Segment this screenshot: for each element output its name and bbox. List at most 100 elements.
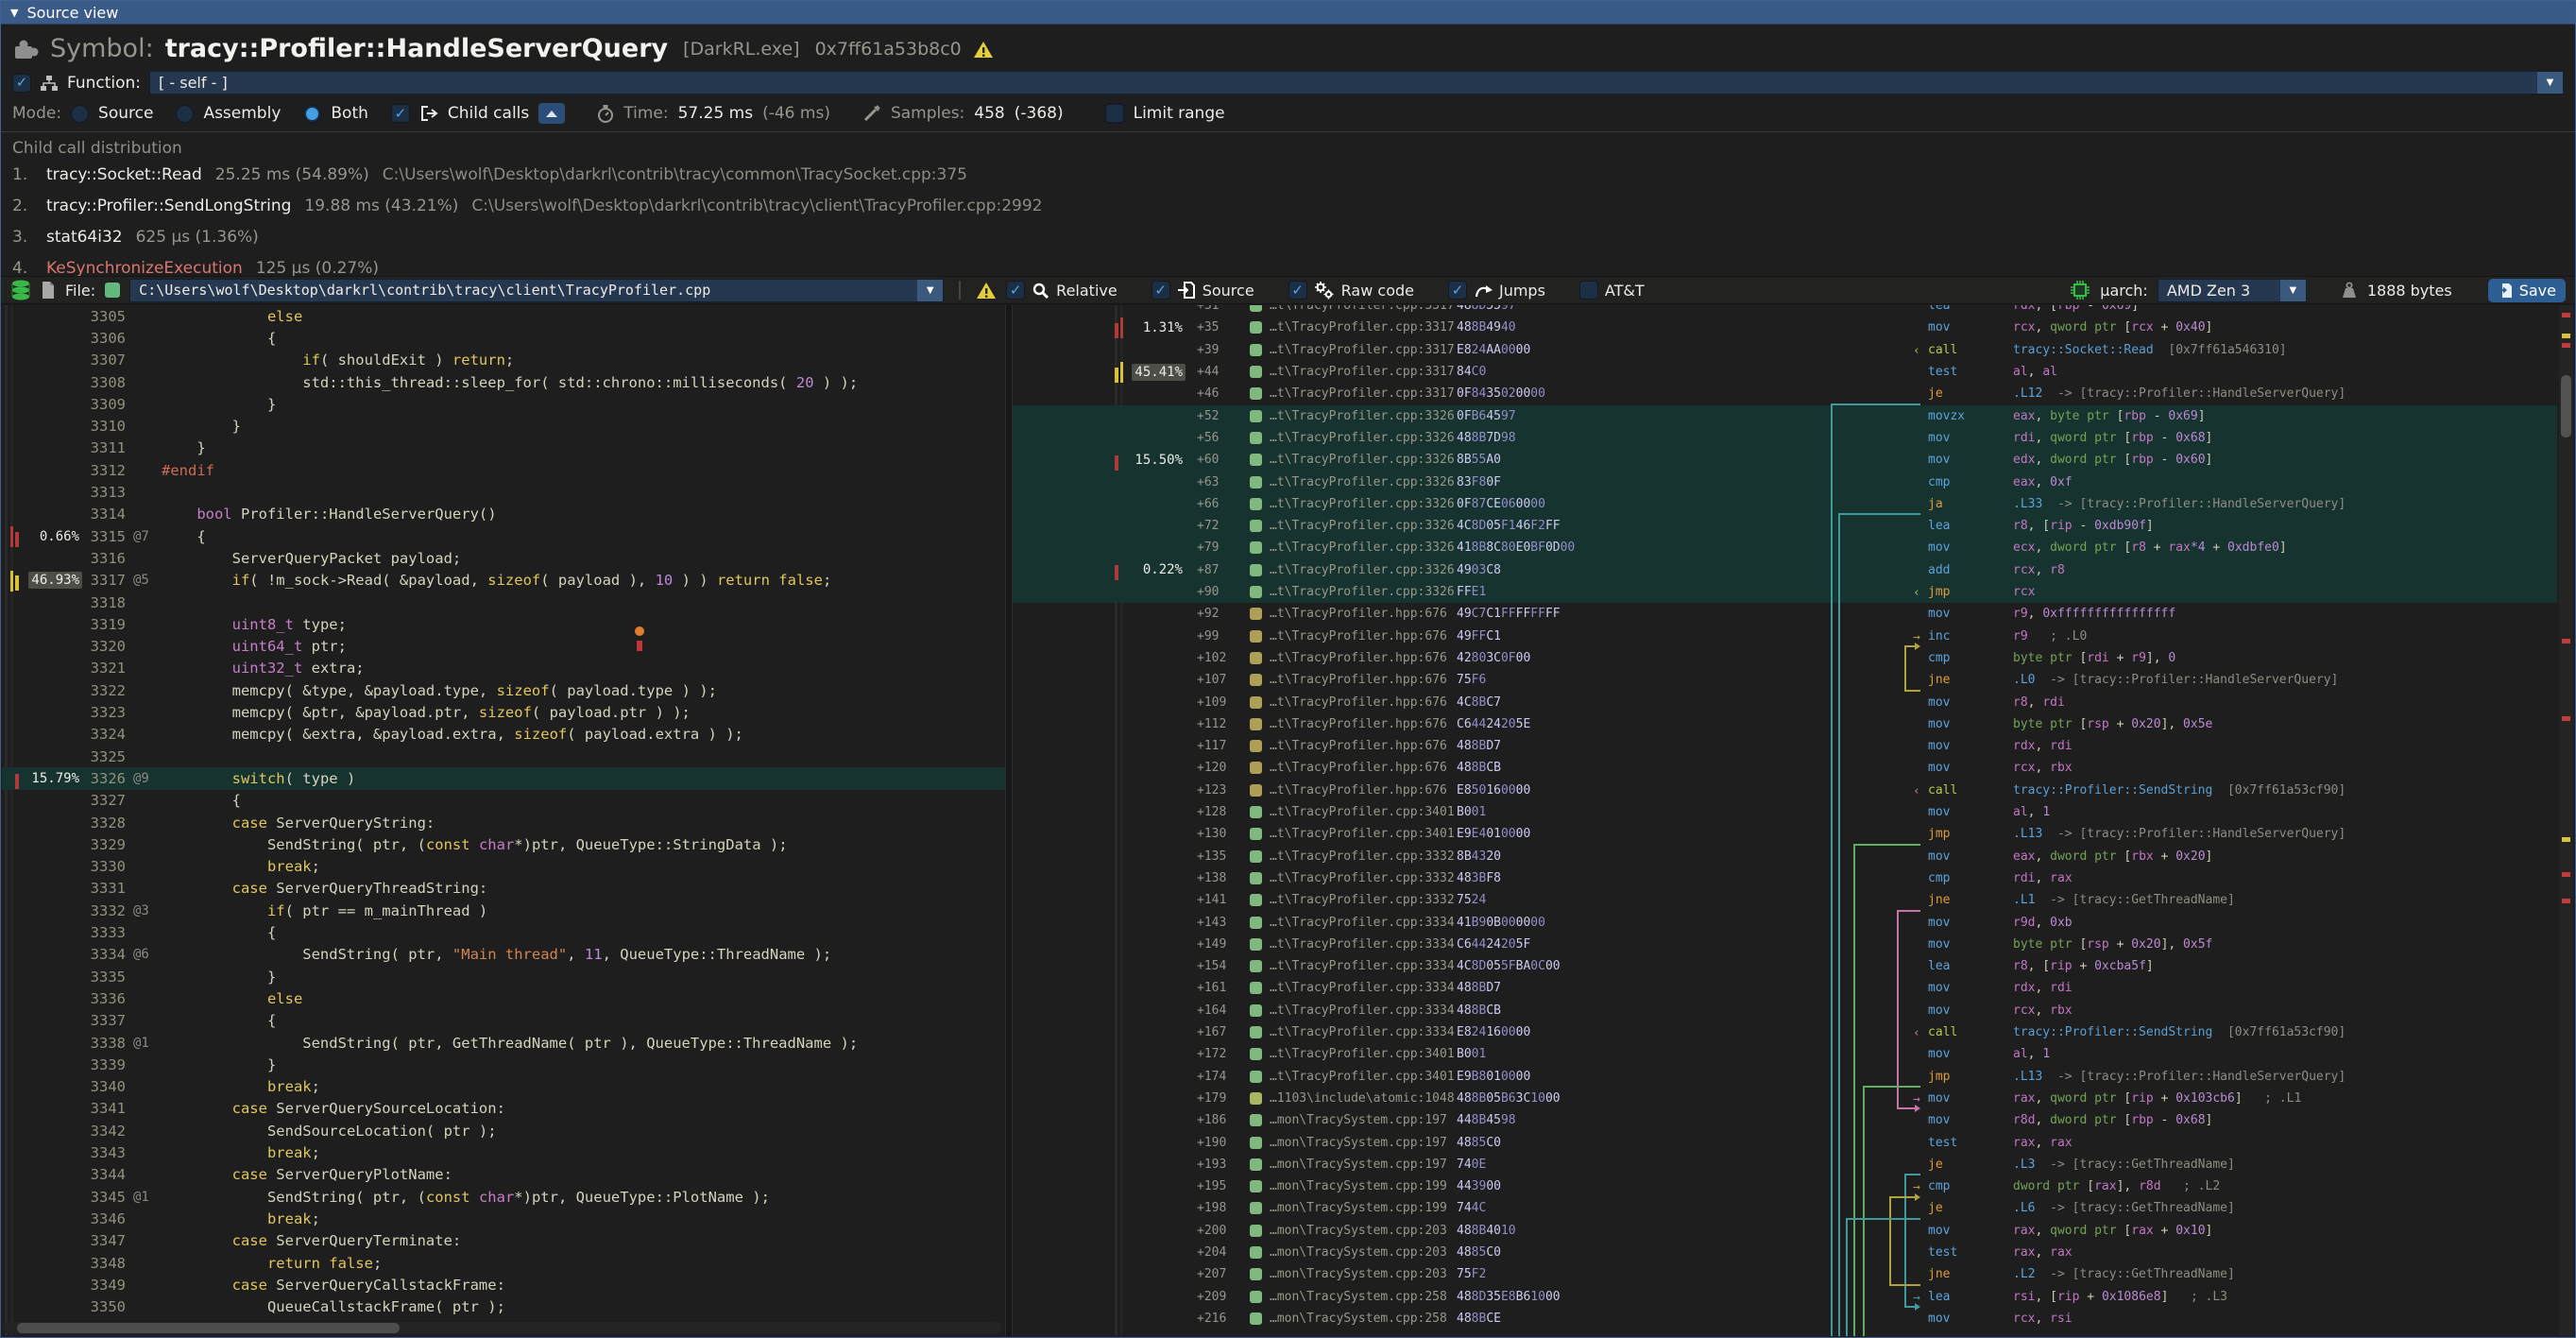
source-line[interactable]: 3314bool Profiler::HandleServerQuery() [2,504,1005,525]
asm-row[interactable]: +135…t\TracyProfiler.cpp:33328B4320movea… [1013,846,2557,867]
source-line[interactable]: 3331case ServerQueryThreadString: [2,878,1005,900]
source-line[interactable]: 3308std::this_thread::sleep_for( std::ch… [2,371,1005,393]
source-line[interactable]: 3305else [2,305,1005,327]
source-line[interactable]: 3316ServerQueryPacket payload; [2,547,1005,569]
chevron-down-icon[interactable]: ▼ [2280,280,2306,301]
asm-row[interactable]: +79…t\TracyProfiler.cpp:3326418B8C80E0BF… [1013,537,2557,558]
source-line[interactable]: 3348return false; [2,1252,1005,1274]
asm-row[interactable]: +112…t\TracyProfiler.hpp:676C64424205Emo… [1013,713,2557,735]
radio-assembly-label[interactable]: Assembly [203,104,281,123]
source-line[interactable]: 3325 [2,746,1005,767]
source-line[interactable]: 3344case ServerQueryPlotName: [2,1164,1005,1186]
source-line[interactable]: 3345@1SendString( ptr, (const char*)ptr,… [2,1186,1005,1208]
asm-row[interactable]: +186…mon\TracySystem.cpp:197448B4598movr… [1013,1109,2557,1131]
asm-row[interactable]: +63…t\TracyProfiler.cpp:332683F80Fcmpeax… [1013,471,2557,492]
assembly-pane[interactable]: +31…t\TracyProfiler.cpp:3317488D5597lear… [1013,305,2574,1336]
asm-row[interactable]: +198…mon\TracySystem.cpp:199744Cje.L6 ->… [1013,1197,2557,1219]
save-button[interactable]: Save [2488,279,2566,302]
source-line[interactable]: 3323memcpy( &ptr, &payload.ptr, sizeof( … [2,701,1005,723]
function-checkbox[interactable]: ✓ [12,74,31,93]
source-line[interactable]: 3307if( shouldExit ) return; [2,350,1005,371]
child-call-entry[interactable]: 4.KeSynchronizeExecution125 μs (0.27%) [12,259,2564,276]
child-calls-label[interactable]: Child calls [448,104,529,123]
asm-row[interactable]: +46…t\TracyProfiler.cpp:33170F8435020000… [1013,383,2557,404]
asm-row[interactable]: +56…t\TracyProfiler.cpp:3326488B7D98movr… [1013,427,2557,449]
source-line[interactable]: 3311} [2,437,1005,459]
asm-row[interactable]: +164…t\TracyProfiler.cpp:3334488BCBmovrc… [1013,1000,2557,1021]
radio-source-label[interactable]: Source [98,104,153,123]
source-line[interactable]: 3332@3if( ptr == m_mainThread ) [2,900,1005,921]
asm-row[interactable]: +90…t\TracyProfiler.cpp:3326FFE1jmp‹rcx [1013,581,2557,603]
source-line[interactable]: 3346break; [2,1208,1005,1229]
asm-row[interactable]: +72…t\TracyProfiler.cpp:33264C8D05F146F2… [1013,515,2557,537]
asm-row[interactable]: +120…t\TracyProfiler.hpp:676488BCBmovrcx… [1013,757,2557,779]
asm-row[interactable]: +141…t\TracyProfiler.cpp:33327524jne.L1 … [1013,889,2557,911]
asm-row[interactable]: +190…mon\TracySystem.cpp:1974885C0testra… [1013,1131,2557,1153]
source-line[interactable]: 3335} [2,966,1005,987]
radio-both-label[interactable]: Both [331,104,368,123]
asm-row[interactable]: +161…t\TracyProfiler.cpp:3334488BD7movrd… [1013,977,2557,999]
asm-row[interactable]: +167…t\TracyProfiler.cpp:3334E824160000c… [1013,1021,2557,1043]
source-line[interactable]: 3321uint32_t extra; [2,658,1005,679]
radio-source[interactable] [71,105,89,123]
source-line[interactable]: 3343break; [2,1141,1005,1163]
limit-range-label[interactable]: Limit range [1134,104,1225,123]
limit-range-checkbox[interactable]: ✓ [1105,104,1124,123]
assembly-vscrollbar[interactable] [2559,305,2573,1336]
source-line[interactable]: 3333{ [2,921,1005,943]
asm-row[interactable]: +31…t\TracyProfiler.cpp:3317488D5597lear… [1013,305,2557,317]
source-line[interactable]: 3341case ServerQuerySourceLocation: [2,1098,1005,1120]
uarch-combo[interactable]: AMD Zen 3 ▼ [2158,279,2307,302]
asm-row[interactable]: +207…mon\TracySystem.cpp:20375F2jne.L2 -… [1013,1263,2557,1285]
asm-row[interactable]: +195…mon\TracySystem.cpp:199443900cmp→dw… [1013,1175,2557,1197]
asm-row[interactable]: +102…t\TracyProfiler.hpp:67642803C0F00cm… [1013,647,2557,669]
child-call-entry[interactable]: 1.tracy::Socket::Read25.25 ms (54.89%)C:… [12,165,2564,197]
toggle-relative[interactable]: ✓ Relative [1006,281,1117,300]
child-calls-checkbox[interactable]: ✓ [391,104,410,123]
source-line[interactable]: 3347case ServerQueryTerminate: [2,1230,1005,1252]
asm-row[interactable]: 15.50%+60…t\TracyProfiler.cpp:33268B55A0… [1013,449,2557,471]
source-line[interactable]: 15.79%3326@9switch( type ) [2,767,1005,789]
asm-row[interactable]: +143…t\TracyProfiler.cpp:333441B90B00000… [1013,911,2557,933]
radio-assembly[interactable] [176,105,194,123]
asm-row[interactable]: +179…1103\include\atomic:1048488B05B63C1… [1013,1088,2557,1109]
source-line[interactable]: 3350QueueCallstackFrame( ptr ); [2,1296,1005,1318]
source-line[interactable]: 3318 [2,592,1005,613]
asm-row[interactable]: +209…mon\TracySystem.cpp:258488D35E8B610… [1013,1286,2557,1308]
source-line[interactable]: 3334@6SendString( ptr, "Main thread", 11… [2,944,1005,966]
asm-row[interactable]: 45.41%+44…t\TracyProfiler.cpp:331784C0te… [1013,361,2557,383]
source-line[interactable]: 3339} [2,1054,1005,1075]
source-line[interactable]: 3320uint64_t ptr; [2,636,1005,658]
source-line[interactable]: 3324memcpy( &extra, &payload.extra, size… [2,724,1005,746]
source-line[interactable]: 3322memcpy( &type, &payload.type, sizeof… [2,679,1005,701]
source-line[interactable]: 3330break; [2,856,1005,878]
radio-both[interactable] [303,105,321,123]
source-line[interactable]: 3313 [2,481,1005,503]
source-line[interactable]: 3340break; [2,1076,1005,1098]
asm-row[interactable]: +216…mon\TracySystem.cpp:258488BCEmovrcx… [1013,1308,2557,1329]
asm-row[interactable]: +138…t\TracyProfiler.cpp:3332483BF8cmprd… [1013,867,2557,889]
asm-row[interactable]: +117…t\TracyProfiler.hpp:676488BD7movrdx… [1013,735,2557,757]
collapse-icon[interactable]: ▼ [10,7,18,19]
asm-row[interactable]: +39…t\TracyProfiler.cpp:3317E824AA0000ca… [1013,339,2557,361]
asm-row[interactable]: 0.22%+87…t\TracyProfiler.cpp:33264903C8a… [1013,559,2557,581]
source-line[interactable]: 0.66%3315@7{ [2,525,1005,547]
asm-row[interactable]: +193…mon\TracySystem.cpp:197740Eje.L3 ->… [1013,1154,2557,1175]
assembly-vscrollbar-thumb[interactable] [2561,375,2571,437]
asm-row[interactable]: +109…t\TracyProfiler.hpp:6764C8BC7movr8,… [1013,691,2557,712]
child-call-entry[interactable]: 3.stat64i32625 μs (1.36%) [12,228,2564,259]
asm-row[interactable]: 1.31%+35…t\TracyProfiler.cpp:3317488B494… [1013,317,2557,338]
source-line[interactable]: 3327{ [2,790,1005,812]
titlebar[interactable]: ▼ Source view [1,1,2575,25]
child-call-entry[interactable]: 2.tracy::Profiler::SendLongString19.88 m… [12,197,2564,228]
source-line[interactable]: 3309} [2,393,1005,415]
asm-row[interactable]: +200…mon\TracySystem.cpp:203488B4010movr… [1013,1220,2557,1242]
asm-row[interactable]: +204…mon\TracySystem.cpp:2034885C0testra… [1013,1242,2557,1263]
source-line[interactable]: 3328case ServerQueryString: [2,812,1005,833]
pane-divider[interactable] [1005,305,1013,1336]
asm-row[interactable]: +128…t\TracyProfiler.cpp:3401B001moval, … [1013,801,2557,823]
asm-row[interactable]: +130…t\TracyProfiler.cpp:3401E9E4010000j… [1013,823,2557,845]
asm-row[interactable]: +99…t\TracyProfiler.hpp:67649FFC1inc→r9 … [1013,626,2557,647]
asm-row[interactable]: +107…t\TracyProfiler.hpp:67675F6jne.L0 -… [1013,669,2557,691]
asm-row[interactable]: +123…t\TracyProfiler.hpp:676E850160000ca… [1013,780,2557,801]
